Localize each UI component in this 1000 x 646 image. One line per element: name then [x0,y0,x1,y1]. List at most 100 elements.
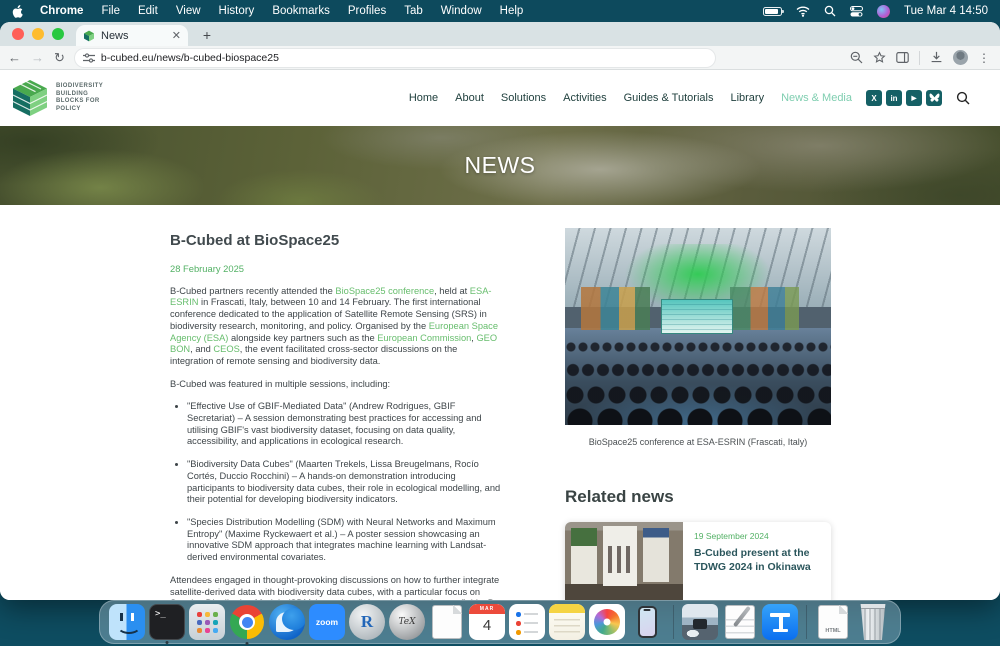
side-panel-icon[interactable] [896,51,909,64]
bluesky-social-icon[interactable] [926,90,942,106]
zoom-dock-icon[interactable]: zoom [309,604,345,640]
photo-audience-row [565,341,831,355]
zoom-label: zoom [315,617,339,627]
address-bar[interactable]: b-cubed.eu/news/b-cubed-biospace25 [74,48,715,67]
nav-link[interactable]: Guides & Tutorials [624,92,714,104]
notes-dock-icon[interactable] [549,604,585,640]
reminder-lines [524,613,538,615]
latex-dock-icon[interactable]: TeX [389,604,425,640]
menubar-menu-item[interactable]: Window [441,5,482,17]
profile-avatar[interactable] [953,50,968,65]
trash-dock-icon[interactable] [860,604,886,640]
menubar-menus: File Edit View History Bookmarks Profiles Tab W… [101,5,541,17]
youtube-social-icon[interactable]: ▶ [906,90,922,106]
minimize-window-button[interactable] [32,28,44,40]
chrome-dock-icon[interactable] [229,604,265,645]
wifi-icon[interactable] [796,6,810,17]
tab-favicon [84,30,94,41]
inline-link[interactable]: BioSpace25 conference [335,286,434,296]
new-tab-button[interactable]: + [198,27,216,43]
menubar-menu-item[interactable]: View [176,5,201,17]
menubar-app-name[interactable]: Chrome [40,5,83,17]
site-search-icon[interactable] [956,91,970,105]
back-button[interactable]: ← [8,51,21,64]
r-dock-icon[interactable]: R [349,604,385,640]
keynote-dock-icon[interactable] [762,604,798,640]
html-file-dock-icon[interactable]: HTML [818,605,848,639]
inline-link[interactable]: European Commission [377,333,471,343]
tab-title: News [101,29,129,42]
document-app-dock-icon[interactable] [432,605,462,639]
menubar-menu-item[interactable]: File [101,5,120,17]
conference-photo [565,228,831,425]
x-social-icon[interactable]: X [866,90,882,106]
spotlight-search-icon[interactable] [824,5,836,17]
reload-button[interactable]: ↻ [54,51,65,64]
toolbar-divider [919,50,920,65]
tab-strip: News ✕ + [0,22,1000,46]
session-list: "Effective Use of GBIF-Mediated Data" (A… [170,401,503,563]
calendar-day: 4 [482,617,492,634]
terminal-dock-icon[interactable]: >_ [149,604,185,644]
browser-menu-icon[interactable]: ⋮ [978,51,990,65]
bookmark-star-icon[interactable] [873,51,886,64]
photo-caption: BioSpace25 conference at ESA-ESRIN (Fras… [588,437,808,447]
browser-tab[interactable]: News ✕ [76,25,188,46]
launchpad-grid [197,612,202,617]
forward-button[interactable]: → [31,51,44,64]
menubar-clock[interactable]: Tue Mar 4 14:50 [904,5,988,17]
control-center-icon[interactable] [850,5,864,17]
photos-dock-icon[interactable] [589,604,625,640]
related-news-list: 19 September 2024 B-Cubed present at the… [565,522,831,600]
menubar-menu-item[interactable]: Bookmarks [272,5,330,17]
news-article: B-Cubed at BioSpace25 28 February 2025 B… [170,232,503,600]
linkedin-social-icon[interactable]: in [886,90,902,106]
nav-link[interactable]: Activities [563,92,606,104]
related-news-title: B-Cubed present at the TDWG 2024 in Okin… [694,547,811,573]
fullscreen-window-button[interactable] [52,28,64,40]
reminders-dock-icon[interactable] [509,604,545,640]
article-sidebar: BioSpace25 conference at ESA-ESRIN (Fras… [565,228,831,600]
launchpad-dock-icon[interactable] [189,604,225,640]
nav-link[interactable]: News & Media [781,92,852,104]
site-logo[interactable]: BIODIVERSITY BUILDING BLOCKS FOR POLICY [12,79,103,117]
textedit-dock-icon[interactable] [725,605,755,639]
menubar-menu-item[interactable]: Help [500,5,524,17]
menubar-menu-item[interactable]: Tab [404,5,423,17]
menubar-menu-item[interactable]: History [219,5,255,17]
nav-link[interactable]: Home [409,92,438,104]
finder-dock-icon[interactable] [109,604,145,640]
inline-link[interactable]: CEOS [213,344,239,354]
downloads-icon[interactable] [930,51,943,64]
macos-dock: >_ zoom R TeX MAR 4 HTML [99,600,901,645]
calendar-dock-icon[interactable]: MAR 4 [469,604,505,640]
tab-close-icon[interactable]: ✕ [172,29,181,42]
hero-banner: NEWS [0,126,1000,205]
nav-link[interactable]: Library [730,92,764,104]
nav-link[interactable]: About [455,92,484,104]
pictures-stack-dock-icon[interactable] [682,604,718,640]
photos-flower [594,609,620,635]
calendar-month: MAR [469,604,505,614]
running-indicator [245,642,249,645]
menubar-menu-item[interactable]: Profiles [348,5,386,17]
dock-separator [673,605,674,639]
photo-left-banners [580,287,651,331]
iphone-mirroring-dock-icon[interactable] [629,604,665,640]
menubar-menu-item[interactable]: Edit [138,5,158,17]
url-text: b-cubed.eu/news/b-cubed-biospace25 [100,51,279,64]
apple-menu[interactable] [12,4,24,18]
siri-icon[interactable] [877,4,891,18]
thunderbird-dock-icon[interactable] [269,604,305,640]
close-window-button[interactable] [12,28,24,40]
site-settings-icon[interactable] [82,52,95,63]
article-title: B-Cubed at BioSpace25 [170,232,340,249]
browser-window: News ✕ + ← → ↻ b-cubed.eu/news/b-cubed-b… [0,22,1000,600]
zoom-level-icon[interactable] [850,51,863,64]
nav-link[interactable]: Solutions [501,92,546,104]
site-header: BIODIVERSITY BUILDING BLOCKS FOR POLICY Hom… [0,70,1000,126]
related-news-card[interactable]: 19 September 2024 B-Cubed present at the… [565,522,831,600]
related-news-thumbnail [565,522,683,600]
photo-presentation-screen [660,298,733,335]
page-viewport: BIODIVERSITY BUILDING BLOCKS FOR POLICY Hom… [0,70,1000,600]
